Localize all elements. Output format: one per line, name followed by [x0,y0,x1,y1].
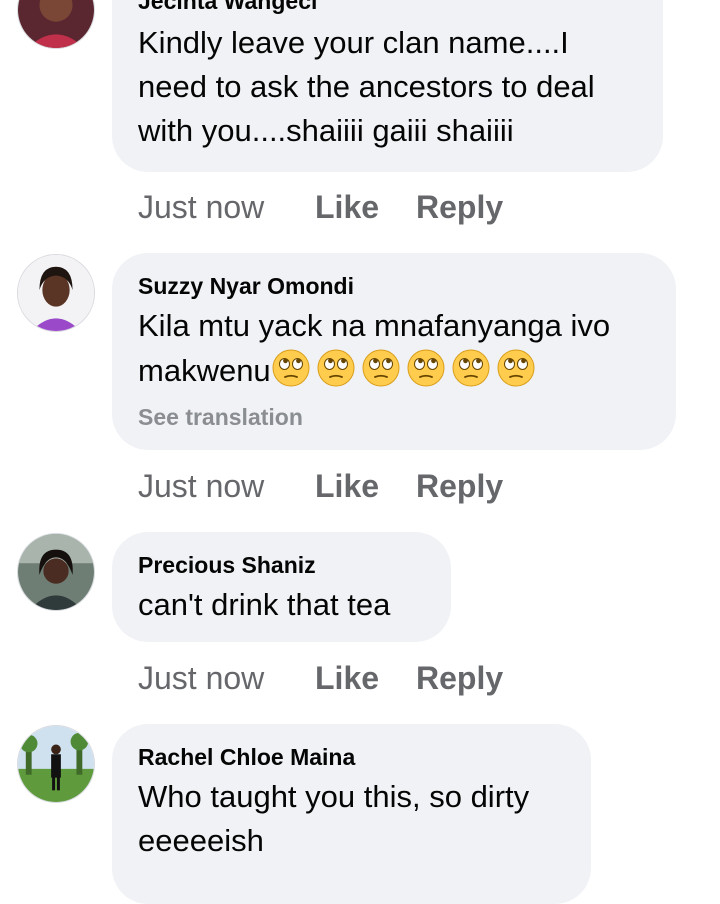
comment-author[interactable]: Jecinta Wangeci [138,0,317,15]
face-with-rolling-eyes-emoji [271,348,311,388]
face-with-rolling-eyes-emoji [316,348,356,388]
comment-text-line: can't drink that tea [138,587,391,622]
face-with-rolling-eyes-emoji [406,348,446,388]
comment-timestamp[interactable]: Just now [138,658,264,698]
comment-text-line: eeeeeish [138,823,264,858]
comment-text: can't drink that tea [138,583,438,627]
see-translation-link[interactable]: See translation [138,403,303,431]
comment-text: Kila mtu yack na mnafanyanga ivo makwenu [138,304,668,393]
face-with-rolling-eyes-emoji [496,348,536,388]
comment-text-line: Kila mtu yack na mnafanyanga ivo [138,308,611,343]
reply-button[interactable]: Reply [416,187,503,227]
comment-bubble: Precious Shaniz can't drink that tea [112,532,451,642]
comment-author[interactable]: Precious Shaniz [138,551,316,579]
comment-text-line: Kindly leave your clan name....I [138,25,569,60]
comment-bubble: Suzzy Nyar Omondi Kila mtu yack na mnafa… [112,253,676,450]
comment-text-line: with you....shaiiii gaiii shaiiii [138,113,514,148]
comment-text: Who taught you this, so dirty eeeeeish [138,775,578,863]
like-button[interactable]: Like [315,466,379,506]
like-button[interactable]: Like [315,187,379,227]
comment-bubble: Rachel Chloe Maina Who taught you this, … [112,724,591,904]
comment-timestamp[interactable]: Just now [138,187,264,227]
comment-text-line: makwenu [138,348,668,393]
comment-text-fragment: makwenu [138,353,271,388]
like-button[interactable]: Like [315,658,379,698]
emoji-row [271,349,541,388]
comment-bubble: Jecinta Wangeci Kindly leave your clan n… [112,0,663,172]
reply-button[interactable]: Reply [416,466,503,506]
comment-text: Kindly leave your clan name....I need to… [138,21,648,153]
avatar[interactable] [17,254,95,332]
comment-text-line: Who taught you this, so dirty [138,779,530,814]
avatar[interactable] [17,0,95,49]
avatar[interactable] [17,725,95,803]
comment-author[interactable]: Suzzy Nyar Omondi [138,272,354,300]
avatar[interactable] [17,533,95,611]
face-with-rolling-eyes-emoji [361,348,401,388]
comment-timestamp[interactable]: Just now [138,466,264,506]
reply-button[interactable]: Reply [416,658,503,698]
face-with-rolling-eyes-emoji [451,348,491,388]
comment-text-line: need to ask the ancestors to deal [138,69,595,104]
comment-author[interactable]: Rachel Chloe Maina [138,743,355,771]
